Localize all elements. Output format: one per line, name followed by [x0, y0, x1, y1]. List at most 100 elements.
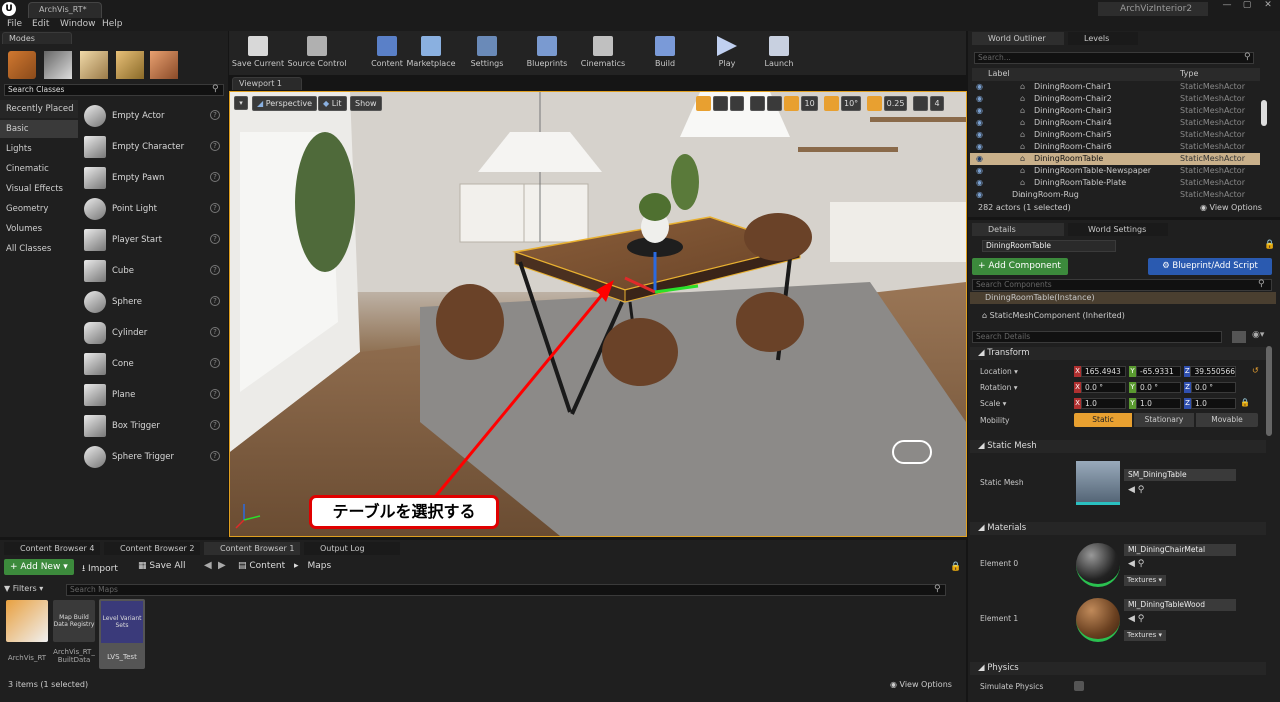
levels-tab[interactable]: Levels [1068, 32, 1138, 45]
show-button[interactable]: Show [350, 96, 382, 111]
transform-section-header[interactable]: ◢ Transform [970, 347, 1266, 360]
visibility-eye-icon[interactable]: ◉ [976, 129, 983, 141]
menu-window[interactable]: Window [60, 19, 96, 29]
label-column-header[interactable]: Label [988, 69, 1010, 78]
lock-icon[interactable]: 🔒 [1264, 240, 1275, 250]
help-icon[interactable]: ? [210, 420, 220, 430]
material1-dropdown[interactable]: MI_DiningTableWood [1124, 599, 1236, 611]
help-icon[interactable]: ? [210, 327, 220, 337]
class-cube[interactable]: Cube? [84, 257, 224, 285]
search-maps-input[interactable]: Search Maps [66, 584, 946, 596]
outliner-row[interactable]: ◉ ⌂ DiningRoom-Chair6 StaticMeshActor [970, 141, 1260, 153]
scale-y-field[interactable]: Y 1.0 [1129, 398, 1181, 409]
static-mesh-thumbnail[interactable] [1076, 461, 1120, 505]
class-sphere[interactable]: Sphere? [84, 288, 224, 316]
help-icon[interactable]: ? [210, 141, 220, 151]
location-x-field[interactable]: X 165.4943 [1074, 366, 1126, 377]
menu-file[interactable]: File [7, 19, 22, 29]
rotation-snap-value[interactable]: 10° [841, 96, 861, 111]
cb-tab-4[interactable]: Content Browser 4 [4, 542, 100, 555]
visibility-eye-icon[interactable]: ◉ [976, 117, 983, 129]
mode-geometry-icon[interactable] [150, 51, 178, 79]
location-z-field[interactable]: Z 39.550566 [1184, 366, 1236, 377]
asset-archvis-rt-builtdata[interactable]: Map Build Data Registry ArchVis_RT_Built… [53, 600, 95, 672]
class-box-trigger[interactable]: Box Trigger? [84, 412, 224, 440]
class-empty-actor[interactable]: Empty Actor? [84, 102, 224, 130]
search-details-input[interactable]: Search Details [972, 331, 1222, 343]
static-mesh-component-row[interactable]: ⌂ StaticMeshComponent (Inherited) [982, 311, 1125, 320]
class-plane[interactable]: Plane? [84, 381, 224, 409]
outliner-search-input[interactable]: Search... [974, 52, 1254, 64]
visibility-eye-icon[interactable]: ◉ [976, 165, 983, 177]
blueprint-add-script-button[interactable]: ⚙ Blueprint/Add Script [1148, 258, 1272, 275]
visibility-eye-icon[interactable]: ◉ [976, 81, 983, 93]
use-selected-arrow-icon[interactable]: ◀ ⚲ [1128, 485, 1144, 495]
view-options-button[interactable]: ◉ View Options [890, 680, 952, 689]
forward-button[interactable]: ▶ [218, 560, 226, 571]
grid-snap-icon[interactable] [783, 96, 799, 111]
category-visual-effects[interactable]: Visual Effects [0, 180, 78, 198]
mode-landscape-icon[interactable] [80, 51, 108, 79]
rotation-snap-icon[interactable] [824, 96, 840, 111]
world-outliner-tab[interactable]: World Outliner [972, 32, 1064, 45]
details-tab[interactable]: Details [972, 223, 1064, 236]
help-icon[interactable]: ? [210, 110, 220, 120]
asset-lvs-test[interactable]: Level Variant Sets LVS_Test [99, 599, 145, 669]
location-label[interactable]: Location ▾ [980, 367, 1018, 376]
class-empty-pawn[interactable]: Empty Pawn? [84, 164, 224, 192]
grid-view-icon[interactable] [1232, 331, 1246, 343]
cb-tab-2[interactable]: Content Browser 2 [104, 542, 200, 555]
component-instance-row[interactable]: DiningRoomTable(Instance) [970, 292, 1276, 304]
mobility-stationary-button[interactable]: Stationary [1134, 413, 1194, 427]
category-volumes[interactable]: Volumes [0, 220, 78, 238]
mobility-movable-button[interactable]: Movable [1196, 413, 1258, 427]
reset-arrow-icon[interactable]: ↺ [1252, 366, 1259, 375]
rotation-y-field[interactable]: Y 0.0 ° [1129, 382, 1181, 393]
filters-button[interactable]: ▼ Filters ▾ [4, 584, 62, 593]
help-icon[interactable]: ? [210, 203, 220, 213]
modes-tab[interactable]: Modes [2, 32, 72, 44]
play-button[interactable]: Play [700, 36, 754, 76]
type-column-header[interactable]: Type [1180, 69, 1198, 78]
material0-thumbnail[interactable] [1076, 543, 1120, 587]
outliner-row[interactable]: ◉ ⌂ DiningRoom-Chair2 StaticMeshActor [970, 93, 1260, 105]
lock-icon[interactable]: 🔒 [950, 562, 961, 572]
outliner-scrollbar[interactable] [1261, 100, 1267, 126]
outliner-row[interactable]: ◉ ⌂ DiningRoomTable-Newspaper StaticMeshAct… [970, 165, 1260, 177]
outliner-row[interactable]: ◉ ⌂ DiningRoomTable StaticMeshActor [970, 153, 1260, 165]
visibility-eye-icon[interactable]: ◉ [976, 153, 983, 165]
launch-button[interactable]: Launch [752, 36, 806, 76]
scale-x-field[interactable]: X 1.0 [1074, 398, 1126, 409]
scale-icon[interactable] [729, 96, 745, 111]
static-mesh-dropdown[interactable]: SM_DiningTable [1124, 469, 1236, 481]
visibility-eye-icon[interactable]: ◉ [976, 93, 983, 105]
category-cinematic[interactable]: Cinematic [0, 160, 78, 178]
material0-browse-icons[interactable]: ◀ ⚲ [1128, 559, 1144, 569]
world-settings-tab[interactable]: World Settings [1068, 223, 1168, 236]
class-cone[interactable]: Cone? [84, 350, 224, 378]
category-lights[interactable]: Lights [0, 140, 78, 158]
outliner-row[interactable]: ◉ ⌂ DiningRoom-Chair3 StaticMeshActor [970, 105, 1260, 117]
textures-dropdown-0[interactable]: Textures ▾ [1124, 575, 1166, 586]
cinematics-button[interactable]: Cinematics [576, 36, 630, 76]
rotation-z-field[interactable]: Z 0.0 ° [1184, 382, 1236, 393]
class-player-start[interactable]: Player Start? [84, 226, 224, 254]
maximize-button[interactable]: ▢ [1238, 0, 1256, 12]
actor-name-field[interactable]: DiningRoomTable [982, 240, 1116, 252]
add-new-button[interactable]: + Add New ▾ [4, 559, 74, 575]
help-icon[interactable]: ? [210, 296, 220, 306]
help-icon[interactable]: ? [210, 265, 220, 275]
viewport[interactable]: ▾ ◢ Perspective ◆ Lit Show 10 10° 0.25 4… [230, 92, 966, 536]
location-y-field[interactable]: Y -65.9331 [1129, 366, 1181, 377]
asset-archvis-rt[interactable]: ArchVis_RT [6, 600, 48, 672]
mobility-static-button[interactable]: Static [1074, 413, 1132, 427]
category-basic[interactable]: Basic [0, 120, 78, 138]
scale-label[interactable]: Scale ▾ [980, 399, 1006, 408]
translate-icon[interactable] [696, 96, 711, 111]
material1-thumbnail[interactable] [1076, 598, 1120, 642]
menu-edit[interactable]: Edit [32, 19, 49, 29]
category-geometry[interactable]: Geometry [0, 200, 78, 218]
help-icon[interactable]: ? [210, 389, 220, 399]
category-recently-placed[interactable]: Recently Placed [0, 100, 78, 118]
class-empty-character[interactable]: Empty Character? [84, 133, 224, 161]
